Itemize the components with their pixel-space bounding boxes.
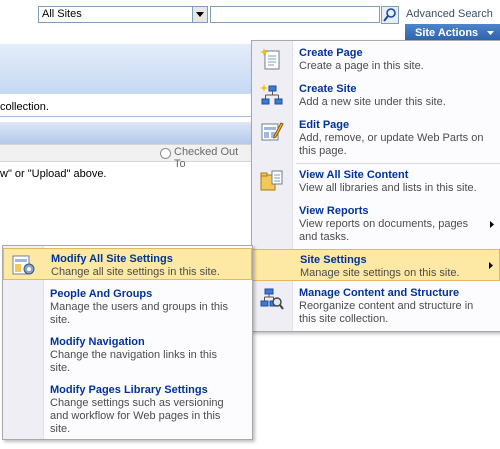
- menu-item-title: Create Page: [299, 47, 363, 59]
- search-scope-select[interactable]: All Sites: [38, 6, 208, 23]
- menu-item-title: View All Site Content: [299, 169, 409, 181]
- menu-item-desc: Manage the users and groups in this site…: [50, 301, 228, 326]
- advanced-search-link[interactable]: Advanced Search: [406, 8, 493, 20]
- menu-item-edit-page[interactable]: Edit Page Add, remove, or update Web Par…: [252, 115, 500, 161]
- submenu-item-people-and-groups[interactable]: People And Groups Manage the users and g…: [3, 284, 252, 330]
- divider: [0, 116, 252, 117]
- site-settings-submenu: Modify All Site Settings Change all site…: [2, 245, 253, 440]
- modify-settings-icon: [12, 255, 35, 275]
- menu-item-desc: Reorganize content and structure in this…: [299, 300, 474, 325]
- page-text-collection: collection.: [0, 101, 49, 113]
- page-header-band: [0, 44, 252, 94]
- menu-item-desc: Change all site settings in this site.: [51, 266, 220, 278]
- chevron-right-icon: [490, 221, 494, 228]
- manage-structure-icon: [260, 288, 284, 310]
- chevron-down-icon: [196, 12, 204, 17]
- menu-item-view-all-site-content[interactable]: View All Site Content View all libraries…: [252, 165, 500, 199]
- site-actions-label: Site Actions: [415, 27, 479, 39]
- checked-out-bar: Checked Out To: [0, 144, 252, 170]
- checked-out-label: Checked Out To: [174, 146, 239, 170]
- menu-item-desc: View all libraries and lists in this sit…: [299, 182, 477, 194]
- scope-dropdown-button[interactable]: [192, 7, 207, 22]
- menu-item-desc: Change settings such as versioning and w…: [50, 397, 224, 435]
- menu-item-create-site[interactable]: Create Site Add a new site under this si…: [252, 79, 500, 113]
- submenu-item-modify-all-site-settings[interactable]: Modify All Site Settings Change all site…: [3, 248, 252, 280]
- create-page-icon: [260, 48, 280, 70]
- list-toolbar-band: [0, 122, 252, 144]
- menu-item-desc: Add, remove, or update Web Parts on this…: [299, 132, 484, 157]
- menu-item-desc: Manage site settings on this site.: [300, 267, 460, 279]
- site-content-icon: [260, 170, 283, 191]
- chevron-down-icon: [487, 31, 494, 35]
- search-button[interactable]: [381, 6, 399, 24]
- menu-item-title: Manage Content and Structure: [299, 287, 460, 299]
- menu-item-desc: Change the navigation links in this site…: [50, 349, 217, 374]
- search-scope-value: All Sites: [42, 8, 82, 20]
- page-text-upload: w" or "Upload" above.: [0, 168, 107, 180]
- menu-item-site-settings[interactable]: Site Settings Manage site settings on th…: [252, 249, 500, 281]
- submenu-item-modify-pages-library-settings[interactable]: Modify Pages Library Settings Change set…: [3, 380, 252, 438]
- submenu-item-modify-navigation[interactable]: Modify Navigation Change the navigation …: [3, 332, 252, 378]
- chevron-right-icon: [489, 262, 493, 269]
- edit-page-icon: [261, 122, 284, 141]
- menu-item-desc: Add a new site under this site.: [299, 96, 446, 108]
- menu-item-title: Modify Pages Library Settings: [50, 384, 208, 396]
- site-actions-menu: Create Page Create a page in this site. …: [251, 40, 500, 332]
- menu-item-title: Edit Page: [299, 119, 350, 131]
- menu-item-title: Modify Navigation: [50, 336, 145, 348]
- menu-item-title: Site Settings: [300, 254, 367, 266]
- menu-item-desc: Create a page in this site.: [299, 60, 424, 72]
- menu-item-view-reports[interactable]: View Reports View reports on documents, …: [252, 201, 500, 247]
- search-input[interactable]: [210, 6, 380, 23]
- checked-out-radio[interactable]: [160, 148, 171, 159]
- menu-item-title: People And Groups: [50, 288, 153, 300]
- menu-item-create-page[interactable]: Create Page Create a page in this site.: [252, 43, 500, 77]
- menu-item-manage-content-structure[interactable]: Manage Content and Structure Reorganize …: [252, 283, 500, 329]
- menu-item-title: View Reports: [299, 205, 369, 217]
- menu-item-title: Create Site: [299, 83, 357, 95]
- search-icon: [383, 8, 396, 22]
- menu-separator: [296, 163, 500, 164]
- menu-item-title: Modify All Site Settings: [51, 253, 173, 265]
- menu-item-desc: View reports on documents, pages and tas…: [299, 218, 469, 243]
- create-site-icon: [260, 84, 283, 105]
